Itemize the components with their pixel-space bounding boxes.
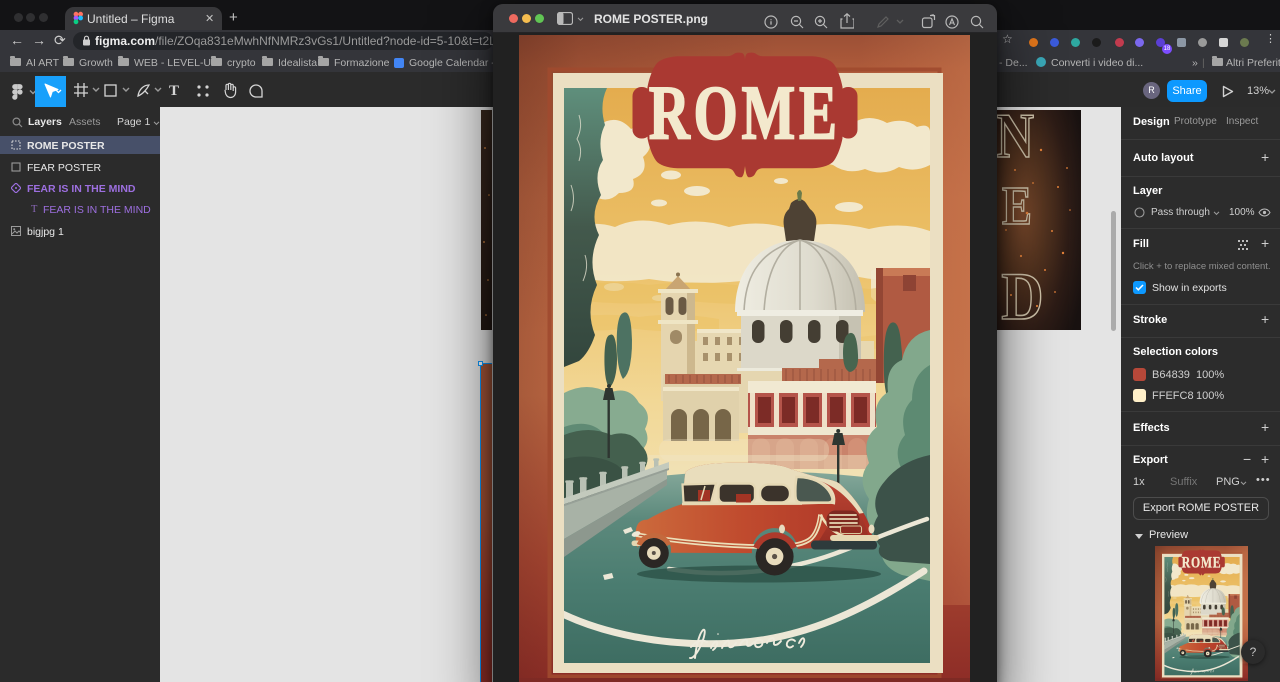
svg-text:E: E bbox=[1002, 175, 1032, 236]
svg-text:D: D bbox=[1001, 258, 1043, 330]
svg-text:N: N bbox=[997, 110, 1034, 171]
